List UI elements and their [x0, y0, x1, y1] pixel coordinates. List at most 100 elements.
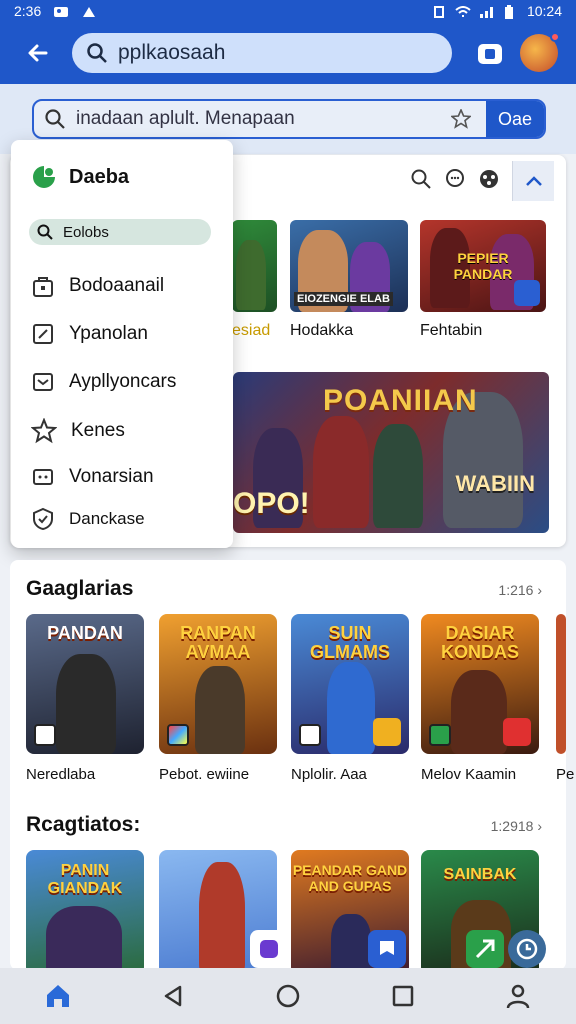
back-button[interactable]	[18, 33, 58, 73]
app-shortcut-button[interactable]	[368, 930, 406, 968]
section-count-link[interactable]: 1:2918 ›	[491, 818, 542, 834]
menu-search-label: Eolobs	[63, 223, 109, 241]
menu-item-label: Bodoaanail	[69, 275, 165, 296]
featured-banner[interactable]: POANIIAN OPO! WABIIN	[233, 372, 549, 533]
games-button[interactable]	[478, 168, 500, 195]
arrow-left-icon	[28, 44, 48, 62]
app-bar: pplkaosaah	[0, 22, 576, 84]
app-badge-icon	[34, 724, 56, 746]
top-search-text: pplkaosaah	[118, 41, 226, 64]
card-label: Melov Kaamin	[421, 766, 517, 783]
nav-recents-button[interactable]	[373, 968, 433, 1024]
image-icon	[53, 5, 69, 17]
game-card[interactable]: SUIN GLMAMS	[291, 614, 409, 754]
inbox-icon	[33, 373, 53, 391]
avatar[interactable]	[520, 32, 560, 72]
menu-header: Daeba	[31, 164, 129, 190]
game-tile[interactable]: EIOZENGIE ELAB	[290, 220, 408, 312]
game-card[interactable]	[556, 614, 566, 754]
banner-title: POANIIAN	[323, 384, 478, 417]
card-label: Neredlaba	[26, 766, 96, 783]
game-tile[interactable]: PEPIER PANDAR	[420, 220, 546, 312]
app-badge-icon	[167, 724, 189, 746]
gamepad-icon	[33, 469, 53, 485]
nfc-icon	[431, 5, 447, 18]
menu-search-field[interactable]: Eolobs	[29, 219, 211, 245]
banner-left-text: OPO!	[233, 487, 310, 520]
signal-icon	[479, 5, 495, 18]
app-icon	[260, 940, 278, 958]
menu-item-label: Aypllyoncars	[69, 371, 177, 392]
app-shortcut-button[interactable]	[508, 930, 546, 968]
edit-icon	[33, 324, 53, 344]
app-shortcut-button[interactable]	[466, 930, 504, 968]
card-art-title: SUIN GLMAMS	[310, 623, 390, 662]
toolbar	[400, 160, 560, 202]
top-search-field[interactable]: pplkaosaah	[72, 33, 452, 73]
section-count-link[interactable]: 1:216 ›	[498, 582, 542, 598]
tile-label: esiad	[232, 322, 271, 339]
search-icon	[87, 43, 107, 63]
search-icon	[37, 224, 53, 240]
menu-item-vonarsian[interactable]: Vonarsian	[31, 465, 154, 489]
card-art-title: PEANDAR GAND AND GUPAS	[292, 862, 408, 894]
chat-icon	[446, 168, 464, 187]
game-card[interactable]: PANIN GIANDAK	[26, 850, 144, 975]
app-badge-icon	[429, 724, 451, 746]
chevron-up-icon	[525, 176, 542, 186]
search-button[interactable]	[410, 168, 432, 195]
timer-icon	[516, 938, 538, 960]
controller-icon	[480, 169, 498, 188]
section-title: Rcagtiatos:	[26, 813, 141, 836]
tile-label: Hodakka	[290, 322, 354, 339]
menu-item-kenes[interactable]: Kenes	[31, 418, 125, 444]
card-label: Pe	[556, 766, 575, 783]
app-logo-icon	[33, 166, 55, 188]
tile-caption: PEPIER PANDAR	[453, 250, 513, 282]
search-icon	[411, 169, 431, 189]
game-card[interactable]: DASIAR KONDAS	[421, 614, 539, 754]
banner-right-text: WABIIN	[455, 471, 535, 496]
square-recents-icon	[392, 985, 414, 1007]
app-shortcut-button[interactable]	[250, 930, 288, 968]
triangle-back-icon	[164, 985, 182, 1007]
bottom-navigation	[0, 968, 576, 1024]
wifi-icon	[455, 5, 471, 17]
notification-dot	[550, 32, 560, 42]
dropdown-menu: Daeba Eolobs Bodoaanail Ypanolan Aypllyo…	[11, 140, 233, 548]
card-label: Nplolir. Aaa	[291, 766, 367, 783]
secondary-search-field[interactable]: inadaan aplult. Menapaan Oae	[32, 99, 546, 139]
nav-home-button[interactable]	[258, 968, 318, 1024]
menu-item-danckase[interactable]: Danckase	[31, 507, 145, 531]
app-badge-icon	[299, 724, 321, 746]
arrow-icon	[475, 939, 495, 959]
camera-button[interactable]	[472, 35, 508, 71]
game-card[interactable]: RANPAN AVMAA	[159, 614, 277, 754]
menu-item-ypanolan[interactable]: Ypanolan	[31, 322, 148, 346]
chat-button[interactable]	[444, 168, 466, 195]
tile-label: Fehtabin	[420, 322, 483, 339]
star-icon	[451, 109, 471, 129]
status-time-left: 2:36	[14, 3, 42, 19]
menu-item-aypllyoncars[interactable]: Aypllyoncars	[31, 370, 176, 394]
circle-home-icon	[276, 984, 300, 1008]
home-icon	[46, 985, 69, 1007]
menu-item-label: Kenes	[71, 420, 125, 441]
profile-button[interactable]	[488, 968, 548, 1024]
menu-item-label: Danckase	[69, 509, 145, 528]
app-badge-icon	[514, 280, 540, 306]
favorite-button[interactable]	[446, 109, 476, 129]
status-bar: 2:36 10:24	[0, 0, 576, 22]
tile-caption: EIOZENGIE ELAB	[294, 292, 393, 306]
collapse-button[interactable]	[512, 161, 554, 201]
bag-icon	[33, 277, 53, 297]
menu-item-bodoaanail[interactable]: Bodoaanail	[31, 274, 164, 298]
home-button[interactable]	[28, 968, 88, 1024]
camera-icon	[478, 44, 502, 64]
secondary-search-text: inadaan aplult. Menapaan	[76, 108, 295, 129]
search-go-button[interactable]: Oae	[486, 101, 544, 137]
nav-back-button[interactable]	[143, 968, 203, 1024]
game-card[interactable]: PANDAN	[26, 614, 144, 754]
game-tile[interactable]	[232, 220, 277, 312]
card-art-title: PANIN GIANDAK	[47, 862, 123, 897]
